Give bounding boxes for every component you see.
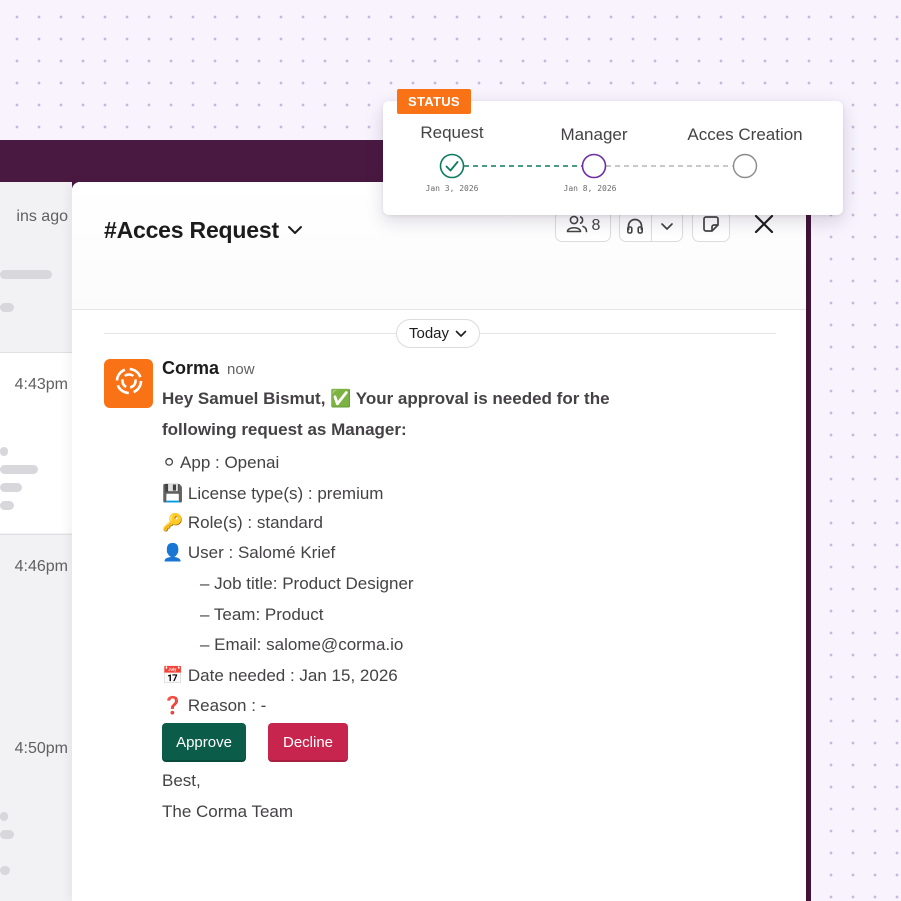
placeholder-line <box>0 447 8 456</box>
chevron-down-icon[interactable] <box>650 211 683 241</box>
channel-name: #Acces Request <box>104 217 279 243</box>
divider <box>0 534 72 535</box>
members-icon <box>566 215 588 238</box>
chevron-down-icon <box>455 325 467 342</box>
message-greeting-cont: following request as Manager: <box>162 420 407 439</box>
close-icon <box>754 214 774 239</box>
field-date-needed: 📅 Date needed : Jan 15, 2026 <box>162 666 398 685</box>
field-user: 👤 User : Salomé Krief <box>162 543 336 562</box>
chevron-down-icon <box>287 214 303 241</box>
channel-panel: #Acces Request 8 Today Corma now Hey Samu… <box>72 182 806 901</box>
step-date-request: Jan 3, 2026 <box>425 184 479 193</box>
placeholder-line <box>0 812 8 821</box>
avatar[interactable] <box>104 359 153 408</box>
placeholder-line <box>0 465 38 474</box>
status-card: STATUS Request Manager Acces Creation Ja… <box>383 89 843 215</box>
approve-button[interactable]: Approve <box>162 723 246 762</box>
message-list-panel: ins ago 4:43pm 4:46pm 4:50pm <box>0 182 72 901</box>
signoff-team: The Corma Team <box>162 802 294 821</box>
channel-title[interactable]: #Acces Request <box>104 214 303 244</box>
decline-button[interactable]: Decline <box>268 723 348 762</box>
list-time: 4:50pm <box>14 740 68 757</box>
signoff: Best, <box>162 771 201 790</box>
field-email: – Email: salome@corma.io <box>200 635 404 654</box>
step-current-marker <box>581 153 607 179</box>
placeholder-line <box>0 303 14 312</box>
step-pending-marker <box>732 153 758 179</box>
message-sender[interactable]: Corma <box>162 358 219 378</box>
status-badge: STATUS <box>397 89 471 114</box>
field-job-title: – Job title: Product Designer <box>200 574 414 593</box>
field-role: 🔑 Role(s) : standard <box>162 513 324 532</box>
placeholder-line <box>0 866 10 875</box>
field-license: 💾 License type(s) : premium <box>162 484 384 503</box>
date-jump-button[interactable]: Today <box>396 319 481 348</box>
step-date-manager: Jan 8, 2026 <box>563 184 617 193</box>
list-time: 4:46pm <box>14 558 68 575</box>
step-done-marker <box>439 153 465 179</box>
field-team: – Team: Product <box>200 605 324 624</box>
message-timestamp[interactable]: now <box>227 361 255 378</box>
headphones-icon[interactable] <box>620 211 651 241</box>
close-button[interactable] <box>750 212 778 240</box>
field-app: ⚪ App : Openai <box>162 453 280 472</box>
list-time: ins ago <box>16 208 68 225</box>
date-label: Today <box>409 325 450 342</box>
canvas-icon <box>702 215 720 238</box>
status-progress <box>439 153 758 179</box>
placeholder-line <box>0 270 52 279</box>
list-time: 4:43pm <box>14 376 68 393</box>
placeholder-line <box>0 483 22 492</box>
app-frame-edge <box>806 140 811 901</box>
placeholder-line <box>0 501 14 510</box>
field-reason: ❓ Reason : - <box>162 696 267 715</box>
member-count: 8 <box>591 217 601 234</box>
placeholder-line <box>0 830 14 839</box>
message-greeting: Hey Samuel Bismut, ✅ Your approval is ne… <box>162 389 610 408</box>
corma-logo-icon <box>113 365 145 402</box>
